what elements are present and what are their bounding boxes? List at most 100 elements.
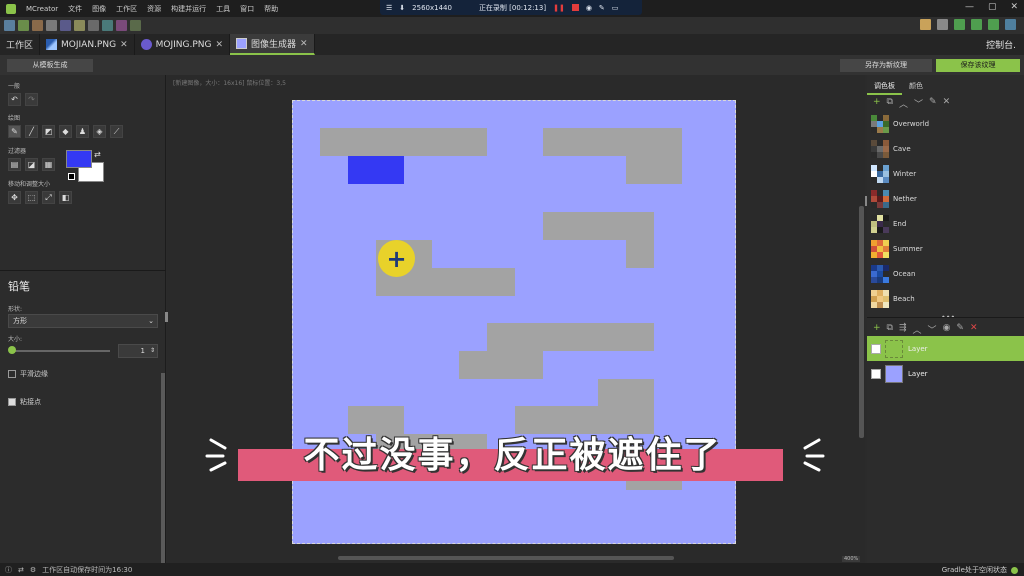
smooth-edges-checkbox[interactable] xyxy=(8,370,16,378)
menu-image[interactable]: 图像 xyxy=(87,4,111,14)
hue-icon[interactable]: ▤ xyxy=(8,158,21,171)
close-icon[interactable]: ✕ xyxy=(215,40,223,50)
sound-icon[interactable] xyxy=(74,20,85,31)
delete-icon[interactable]: ✕ xyxy=(943,97,951,110)
console-button[interactable]: 控制台. xyxy=(986,38,1016,51)
contrast-icon[interactable]: ◪ xyxy=(25,158,38,171)
palette-item-end[interactable]: End xyxy=(867,211,1024,236)
generate-from-template-button[interactable]: 从模板生成 xyxy=(7,59,93,72)
resource-icon[interactable] xyxy=(32,20,43,31)
line-icon[interactable]: ╱ xyxy=(25,125,38,138)
reset-colors-icon[interactable] xyxy=(68,173,75,180)
primary-color-swatch[interactable] xyxy=(66,150,92,168)
menu-build-run[interactable]: 构建并运行 xyxy=(166,4,211,14)
menu-file[interactable]: 文件 xyxy=(63,4,87,14)
pencil-icon[interactable]: ✎ xyxy=(8,125,21,138)
palette-item-winter[interactable]: Winter xyxy=(867,161,1024,186)
close-icon[interactable]: ✕ xyxy=(1010,2,1018,12)
menu-resources[interactable]: 资源 xyxy=(142,4,166,14)
settings-icon[interactable]: ⚙ xyxy=(30,566,36,574)
merge-layer-icon[interactable]: ⇶ xyxy=(899,323,907,336)
layer-down-icon[interactable]: ﹀ xyxy=(928,323,937,336)
new-element-icon[interactable] xyxy=(18,20,29,31)
menu-workspace[interactable]: 工作区 xyxy=(111,4,142,14)
palette-item-cave[interactable]: Cave xyxy=(867,136,1024,161)
structure-icon[interactable] xyxy=(88,20,99,31)
sync-icon[interactable]: ⇄ xyxy=(18,566,24,574)
layer-visibility-checkbox[interactable] xyxy=(871,343,881,354)
model-icon[interactable] xyxy=(60,20,71,31)
workspace-icon[interactable] xyxy=(4,20,15,31)
eyedropper-icon[interactable]: ⟋ xyxy=(110,125,123,138)
build-icon[interactable] xyxy=(920,19,931,30)
splitter-handle[interactable] xyxy=(165,312,168,322)
vertical-scrollbar[interactable] xyxy=(859,206,864,438)
color-picker-icon[interactable]: ◈ xyxy=(93,125,106,138)
undo-icon[interactable]: ↶ xyxy=(8,93,21,106)
delete-layer-icon[interactable]: ✕ xyxy=(970,323,978,336)
minimize-icon[interactable]: — xyxy=(965,2,974,12)
variables-icon[interactable] xyxy=(102,20,113,31)
pause-icon[interactable]: ❚❚ xyxy=(553,4,565,12)
dither-icon[interactable]: ▦ xyxy=(42,158,55,171)
menu-lines-icon[interactable]: ☰ xyxy=(386,4,392,12)
debug-icon[interactable] xyxy=(1005,19,1016,30)
duplicate-layer-icon[interactable]: ⧉ xyxy=(887,323,893,336)
size-stepper[interactable]: 1 ⇕ xyxy=(118,344,158,358)
palette-item-overworld[interactable]: Overworld xyxy=(867,111,1024,136)
select-icon[interactable]: ⬚ xyxy=(25,191,38,204)
layer-up-icon[interactable]: ︿ xyxy=(913,323,922,336)
layer-item[interactable]: Layer xyxy=(867,361,1024,386)
palette-item-summer[interactable]: Summer xyxy=(867,236,1024,261)
palette-item-ocean[interactable]: Ocean xyxy=(867,261,1024,286)
run-server-icon[interactable] xyxy=(988,19,999,30)
menu-tools[interactable]: 工具 xyxy=(211,4,235,14)
tab-image-maker[interactable]: 图像生成器 ✕ xyxy=(230,34,315,55)
save-texture-button[interactable]: 保存该纹理 xyxy=(936,59,1020,72)
texture-icon[interactable] xyxy=(46,20,57,31)
tab-palette[interactable]: 调色板 xyxy=(867,79,902,95)
tab-mojing[interactable]: MOJING.PNG ✕ xyxy=(135,34,231,55)
fill-bucket-icon[interactable]: ◩ xyxy=(42,125,55,138)
flip-icon[interactable]: ◧ xyxy=(59,191,72,204)
palette-item-nether[interactable]: Nether xyxy=(867,186,1024,211)
size-slider[interactable] xyxy=(11,350,110,352)
edit-icon[interactable]: ✎ xyxy=(929,97,937,110)
hammer-icon[interactable] xyxy=(937,19,948,30)
snap-checkbox[interactable] xyxy=(8,398,16,406)
stop-icon[interactable] xyxy=(571,4,579,11)
camera-icon[interactable]: ◉ xyxy=(586,4,592,12)
visibility-icon[interactable]: ◉ xyxy=(943,323,951,336)
move-icon[interactable]: ✥ xyxy=(8,191,21,204)
settings-icon[interactable] xyxy=(130,20,141,31)
resize-icon[interactable]: ⤢ xyxy=(42,191,55,204)
save-as-new-texture-button[interactable]: 另存为新纹理 xyxy=(840,59,932,72)
spinner-icon[interactable]: ⇕ xyxy=(150,345,155,357)
menu-window[interactable]: 窗口 xyxy=(235,4,259,14)
left-scrollbar[interactable] xyxy=(161,373,165,563)
swap-colors-icon[interactable]: ⇄ xyxy=(94,150,101,159)
down-icon[interactable]: ﹀ xyxy=(914,97,923,110)
stamp-icon[interactable]: ♟ xyxy=(76,125,89,138)
maximize-icon[interactable]: ▢ xyxy=(988,2,997,12)
gear-run-icon[interactable] xyxy=(954,19,965,30)
tab-mojian[interactable]: MOJIAN.PNG ✕ xyxy=(40,34,135,55)
add-layer-icon[interactable]: + xyxy=(873,323,881,336)
close-icon[interactable]: ✕ xyxy=(120,40,128,50)
shape-select[interactable]: 方形 ⌄ xyxy=(8,314,158,328)
layer-item[interactable]: Layer xyxy=(867,336,1024,361)
layer-visibility-checkbox[interactable] xyxy=(871,368,881,379)
pen-icon[interactable]: ✎ xyxy=(599,4,605,12)
up-icon[interactable]: ︿ xyxy=(899,97,908,110)
duplicate-icon[interactable]: ⧉ xyxy=(887,97,893,110)
redo-icon[interactable]: ↷ xyxy=(25,93,38,106)
horizontal-scrollbar[interactable] xyxy=(338,556,674,560)
tab-workspace[interactable]: 工作区 xyxy=(0,34,41,55)
tab-colors[interactable]: 颜色 xyxy=(902,79,930,95)
collapse-icon[interactable]: ▭ xyxy=(612,4,619,12)
add-icon[interactable]: + xyxy=(873,97,881,110)
run-client-icon[interactable] xyxy=(971,19,982,30)
eraser-icon[interactable]: ◆ xyxy=(59,125,72,138)
menu-help[interactable]: 帮助 xyxy=(259,4,283,14)
size-slider-handle[interactable] xyxy=(8,346,16,354)
